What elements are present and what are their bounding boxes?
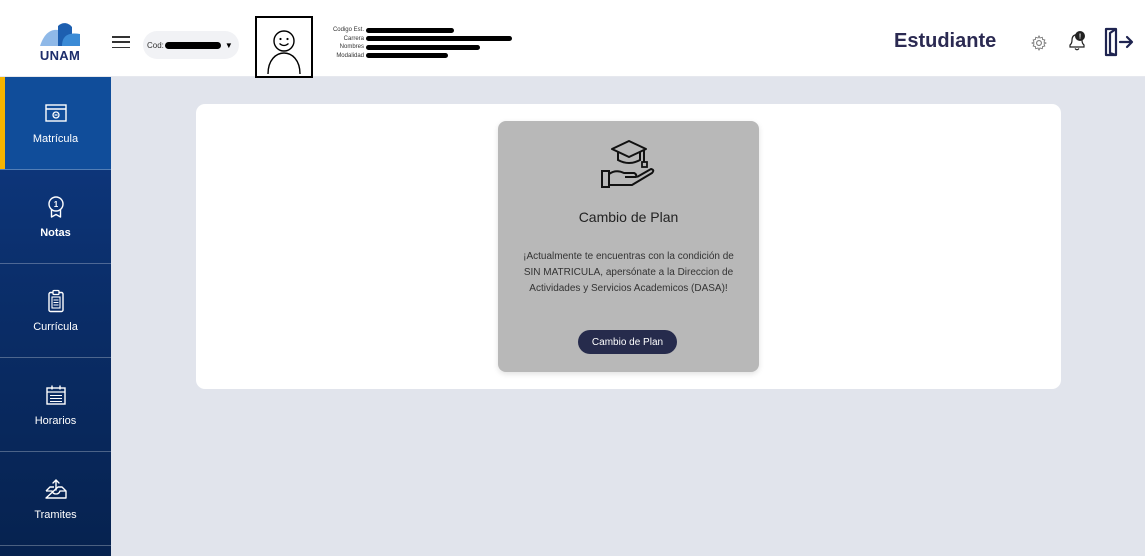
menu-toggle-button[interactable] (112, 36, 130, 48)
card-title: Cambio de Plan (578, 209, 679, 225)
student-photo (255, 16, 313, 78)
info-row: Nombres (318, 43, 518, 52)
logo-text: UNAM (39, 48, 81, 63)
sidebar-item-horarios[interactable]: Horarios (0, 359, 111, 452)
inbox-upload-icon (44, 479, 67, 499)
info-value-redacted (366, 53, 448, 59)
chevron-down-icon: ▼ (224, 40, 233, 50)
graduation-cap-hand-icon (601, 140, 655, 188)
card-description: ¡Actualmente te encuentras con la condic… (523, 251, 734, 294)
student-code-select[interactable]: Cod: ▼ (143, 31, 239, 59)
clipboard-icon (47, 289, 64, 313)
top-header: UNAM Cod: ▼ Codigo Est. Carrera Nombres (0, 0, 1145, 78)
cod-value-redacted (164, 41, 221, 49)
info-row: Codigo Est. (318, 26, 518, 35)
sidebar-item-label: Notas (40, 227, 71, 239)
sidebar-item-label: Matrícula (32, 133, 79, 145)
avatar-icon (267, 30, 301, 75)
svg-text:1: 1 (53, 200, 58, 209)
sidebar-item-notas[interactable]: 1 Notas (0, 171, 111, 264)
card-icon (44, 104, 67, 122)
cod-label: Cod: (147, 40, 164, 50)
logout-button[interactable] (1102, 27, 1134, 57)
info-label: Modalidad (336, 52, 364, 59)
info-value-redacted (366, 44, 480, 50)
info-value-redacted (366, 27, 454, 33)
sidebar: Matrícula 1 Notas Currícula Horarios Tra… (0, 77, 111, 556)
notifications-button[interactable]: ! (1067, 30, 1087, 52)
student-info: Codigo Est. Carrera Nombres Modalidad (318, 26, 518, 60)
sidebar-item-tramites[interactable]: Tramites (0, 453, 111, 546)
info-value-redacted (366, 36, 512, 42)
info-label: Nombres (339, 44, 364, 51)
info-label: Codigo Est. (332, 27, 364, 34)
hamburger-line (112, 36, 130, 38)
info-row: Carrera (318, 35, 518, 44)
logo-emblem-icon (40, 23, 80, 46)
hamburger-line (112, 41, 130, 43)
cambio-plan-button[interactable]: Cambio de Plan (578, 330, 677, 354)
info-label: Carrera (343, 35, 364, 42)
role-title: Estudiante (894, 30, 997, 52)
sidebar-item-matricula[interactable]: Matrícula (0, 77, 111, 170)
hamburger-line (112, 46, 130, 48)
award-icon: 1 (47, 196, 64, 218)
bell-icon: ! (1069, 31, 1085, 51)
svg-text:!: ! (1079, 34, 1081, 41)
unam-logo: UNAM (38, 20, 82, 63)
sidebar-item-label: Currícula (33, 321, 78, 333)
sidebar-item-curricula[interactable]: Currícula (0, 265, 111, 358)
info-row: Modalidad (318, 52, 518, 61)
sidebar-item-label: Horarios (34, 415, 77, 427)
cambio-plan-card: Cambio de Plan ¡Actualmente te encuentra… (498, 121, 759, 372)
sidebar-item-label: Tramites (34, 509, 77, 521)
calendar-icon (45, 385, 66, 405)
gear-icon (1030, 34, 1048, 52)
settings-button[interactable] (1030, 34, 1048, 52)
logout-icon (1104, 27, 1134, 57)
